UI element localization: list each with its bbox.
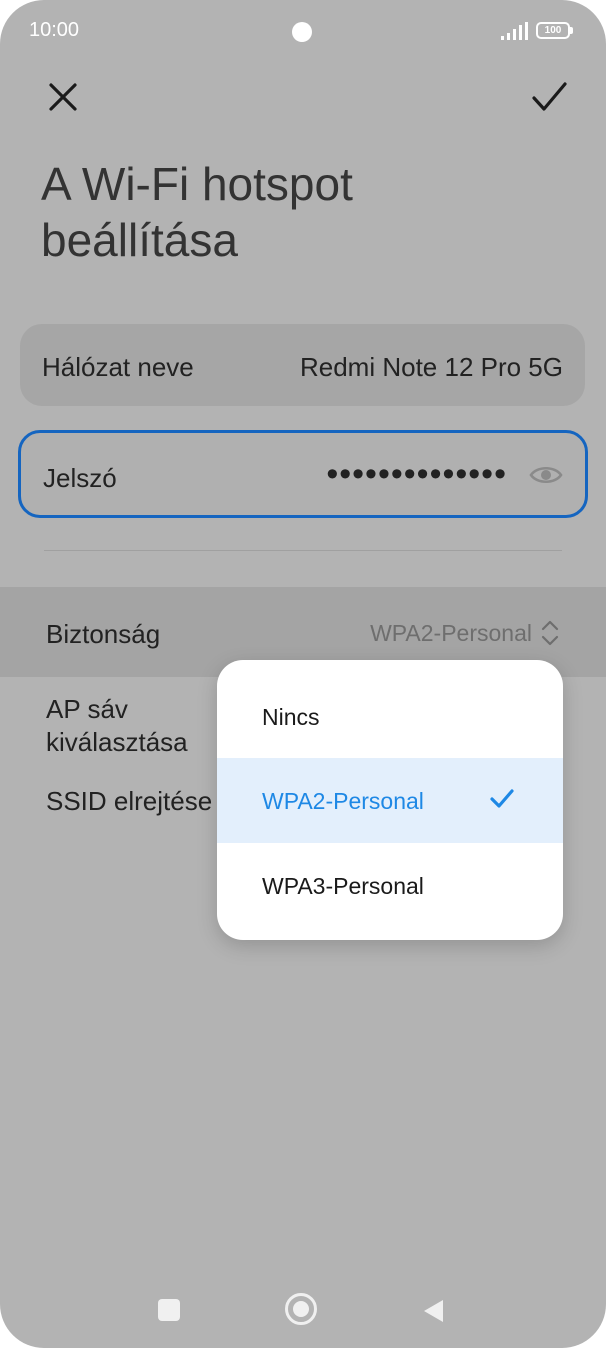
- eye-icon[interactable]: [529, 463, 563, 487]
- security-dropdown: Nincs WPA2-Personal WPA3-Personal: [217, 660, 563, 940]
- chevron-updown-icon: [541, 620, 559, 646]
- battery-level: 100: [544, 25, 562, 36]
- recent-apps-button[interactable]: [158, 1299, 180, 1321]
- network-name-label: Hálózat neve: [42, 352, 194, 382]
- camera-cutout: [292, 22, 312, 42]
- password-label: Jelszó: [43, 463, 117, 493]
- option-label: WPA2-Personal: [262, 788, 424, 814]
- page-title: A Wi-Fi hotspot beállítása: [41, 158, 353, 266]
- security-value: WPA2-Personal: [370, 620, 532, 646]
- divider: [44, 550, 562, 551]
- dropdown-option-wpa3[interactable]: WPA3-Personal: [217, 843, 563, 928]
- password-value: ••••••••••••••: [326, 455, 507, 493]
- option-label: WPA3-Personal: [262, 873, 424, 899]
- signal-icon: [501, 22, 528, 40]
- screen: 10:00 100 A Wi-Fi hotspot beállítása Hál…: [0, 0, 606, 1348]
- close-icon[interactable]: [44, 78, 82, 116]
- dropdown-option-wpa2[interactable]: WPA2-Personal: [217, 758, 563, 843]
- password-field[interactable]: Jelszó ••••••••••••••: [18, 430, 588, 518]
- security-label: Biztonság: [46, 619, 161, 649]
- check-icon[interactable]: [528, 78, 570, 116]
- network-name-field[interactable]: Hálózat neve Redmi Note 12 Pro 5G: [20, 324, 585, 406]
- battery-icon: 100: [536, 22, 574, 39]
- status-time: 10:00: [29, 19, 80, 41]
- option-label: Nincs: [262, 704, 320, 730]
- ap-band-label[interactable]: AP sáv kiválasztása: [46, 693, 216, 759]
- network-name-value: Redmi Note 12 Pro 5G: [299, 352, 563, 382]
- check-icon: [490, 789, 514, 808]
- home-button[interactable]: [285, 1293, 317, 1325]
- back-icon[interactable]: [421, 1298, 445, 1324]
- ssid-hidden-label[interactable]: SSID elrejtése: [46, 785, 216, 818]
- dropdown-option-none[interactable]: Nincs: [217, 674, 563, 759]
